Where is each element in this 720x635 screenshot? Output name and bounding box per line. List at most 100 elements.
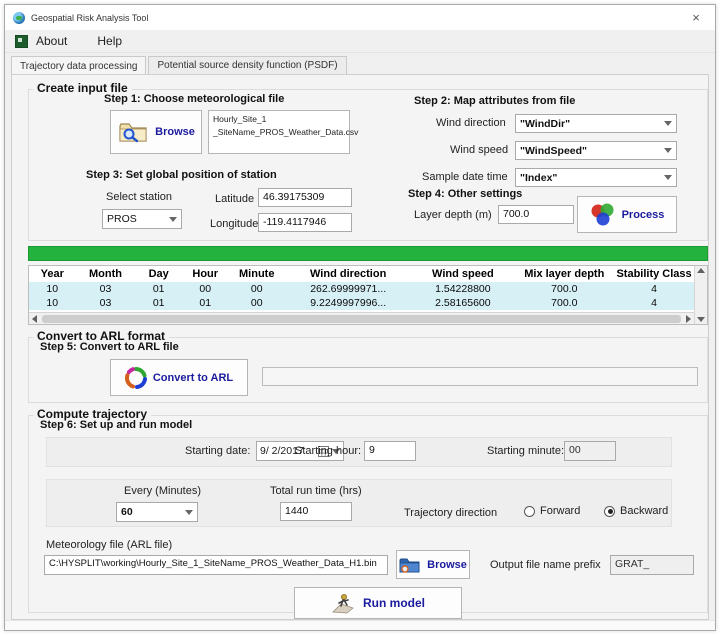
radio-unselected-icon xyxy=(524,506,535,517)
met-file-display: Hourly_Site_1 _SiteName_PROS_Weather_Dat… xyxy=(208,110,350,154)
menu-app-icon xyxy=(15,35,28,48)
latitude-label: Latitude xyxy=(215,193,254,205)
sample-date-time-label: Sample date time xyxy=(422,171,508,183)
convert-to-arl-button-label: Convert to ARL xyxy=(153,372,233,384)
layer-depth-field[interactable]: 700.0 xyxy=(498,205,574,224)
starting-date-label: Starting date: xyxy=(185,445,250,457)
table-row[interactable]: 10 03 01 00 00 262.69999971... 1.5422880… xyxy=(29,282,694,296)
import-progress-bar xyxy=(28,246,708,261)
wind-direction-select[interactable]: "WindDir" xyxy=(515,114,677,133)
step4-title: Step 4: Other settings xyxy=(408,188,522,200)
choose-met-file-browse-label: Browse xyxy=(155,126,195,138)
cell: 700.0 xyxy=(514,282,614,296)
window-title: Geospatial Risk Analysis Tool xyxy=(31,13,148,23)
table-header-row: Year Month Day Hour Minute Wind directio… xyxy=(29,266,694,282)
cell: 262.69999971... xyxy=(285,282,411,296)
station-value: PROS xyxy=(107,213,169,225)
tab-trajectory-data-processing[interactable]: Trajectory data processing xyxy=(11,56,146,75)
col-wind-direction[interactable]: Wind direction xyxy=(285,266,411,282)
scroll-up-icon[interactable] xyxy=(697,268,705,273)
scroll-right-icon[interactable] xyxy=(686,315,691,323)
col-day[interactable]: Day xyxy=(135,266,182,282)
select-station-label: Select station xyxy=(106,191,172,203)
cell: 03 xyxy=(76,282,136,296)
met-arl-file-field[interactable]: C:\HYSPLIT\working\Hourly_Site_1_SiteNam… xyxy=(44,555,388,575)
step2-title: Step 2: Map attributes from file xyxy=(414,95,575,107)
forward-radio[interactable]: Forward xyxy=(524,505,580,517)
window-bottom-strip xyxy=(5,620,715,630)
scroll-down-icon[interactable] xyxy=(697,317,705,322)
step5-title: Step 5: Convert to ARL file xyxy=(40,341,179,353)
weather-data-table: Year Month Day Hour Minute Wind directio… xyxy=(28,265,708,325)
col-mix-layer-depth[interactable]: Mix layer depth xyxy=(514,266,614,282)
longitude-label: Longitude xyxy=(210,218,258,230)
col-hour[interactable]: Hour xyxy=(182,266,229,282)
cell: 00 xyxy=(182,282,229,296)
app-window: Geospatial Risk Analysis Tool × About He… xyxy=(4,4,716,631)
station-select[interactable]: PROS xyxy=(102,209,182,229)
cell: 01 xyxy=(182,296,229,310)
chevron-down-icon xyxy=(664,148,672,153)
menu-bar: About Help xyxy=(5,30,715,53)
convert-progress-bar xyxy=(262,367,698,386)
starting-hour-field[interactable]: 9 xyxy=(364,441,416,461)
chevron-down-icon xyxy=(664,121,672,126)
close-button[interactable]: × xyxy=(685,10,707,25)
cell: 10 xyxy=(29,296,76,310)
backward-radio[interactable]: Backward xyxy=(604,505,668,517)
step3-title: Step 3: Set global position of station xyxy=(86,169,277,181)
table-row[interactable]: 10 03 01 01 00 9.2249997996... 2.5816560… xyxy=(29,296,694,310)
title-bar: Geospatial Risk Analysis Tool × xyxy=(5,5,715,30)
total-run-time-label: Total run time (hrs) xyxy=(270,485,362,497)
menu-help[interactable]: Help xyxy=(95,32,132,50)
wind-speed-label: Wind speed xyxy=(450,144,508,156)
longitude-field[interactable]: -119.4117946 xyxy=(258,213,352,232)
every-minutes-select[interactable]: 60 xyxy=(116,502,198,522)
wind-speed-value: "WindSpeed" xyxy=(520,145,664,157)
cell: 2.58165600 xyxy=(411,296,514,310)
blue-folder-icon xyxy=(399,556,421,574)
layer-depth-label: Layer depth (m) xyxy=(414,209,492,221)
arl-browse-button[interactable]: Browse xyxy=(396,550,470,579)
scrollbar-thumb[interactable] xyxy=(42,315,681,323)
col-wind-speed[interactable]: Wind speed xyxy=(411,266,514,282)
vertical-scrollbar[interactable] xyxy=(694,266,707,324)
cell: 00 xyxy=(228,296,285,310)
starting-minute-label: Starting minute: xyxy=(487,445,564,457)
step6-title: Step 6: Set up and run model xyxy=(40,419,192,431)
wind-direction-value: "WindDir" xyxy=(520,118,664,130)
col-stability-class[interactable]: Stability Class xyxy=(614,266,694,282)
cell: 00 xyxy=(228,282,285,296)
sample-date-time-select[interactable]: "Index" xyxy=(515,168,677,187)
menu-about[interactable]: About xyxy=(34,32,77,50)
met-file-line2: _SiteName_PROS_Weather_Data.csv xyxy=(213,126,345,139)
weather-data-table-body: Year Month Day Hour Minute Wind directio… xyxy=(29,266,694,324)
cell: 10 xyxy=(29,282,76,296)
app-icon xyxy=(13,12,25,24)
output-prefix-field[interactable]: GRAT_ xyxy=(610,555,694,575)
tab-psdf[interactable]: Potential source density function (PSDF) xyxy=(148,56,346,74)
wind-direction-label: Wind direction xyxy=(436,117,506,129)
cell: 01 xyxy=(135,282,182,296)
col-month[interactable]: Month xyxy=(76,266,136,282)
cell: 700.0 xyxy=(514,296,614,310)
run-model-button[interactable]: Run model xyxy=(294,587,462,619)
chevron-down-icon xyxy=(664,175,672,180)
wind-speed-select[interactable]: "WindSpeed" xyxy=(515,141,677,160)
col-minute[interactable]: Minute xyxy=(228,266,285,282)
cell: 1.54228800 xyxy=(411,282,514,296)
col-year[interactable]: Year xyxy=(29,266,76,282)
choose-met-file-browse-button[interactable]: Browse xyxy=(110,110,202,154)
convert-to-arl-button[interactable]: Convert to ARL xyxy=(110,359,248,396)
scroll-left-icon[interactable] xyxy=(32,315,37,323)
run-model-button-label: Run model xyxy=(363,596,425,610)
folder-search-icon xyxy=(117,119,149,145)
step1-title: Step 1: Choose meteorological file xyxy=(104,93,284,105)
horizontal-scrollbar[interactable] xyxy=(29,312,694,324)
process-button[interactable]: Process xyxy=(577,196,677,233)
radio-selected-icon xyxy=(604,506,615,517)
total-run-time-field[interactable]: 1440 xyxy=(280,502,352,521)
starting-minute-field[interactable]: 00 xyxy=(564,441,616,461)
latitude-field[interactable]: 46.39175309 xyxy=(258,188,352,207)
every-minutes-label: Every (Minutes) xyxy=(124,485,201,497)
